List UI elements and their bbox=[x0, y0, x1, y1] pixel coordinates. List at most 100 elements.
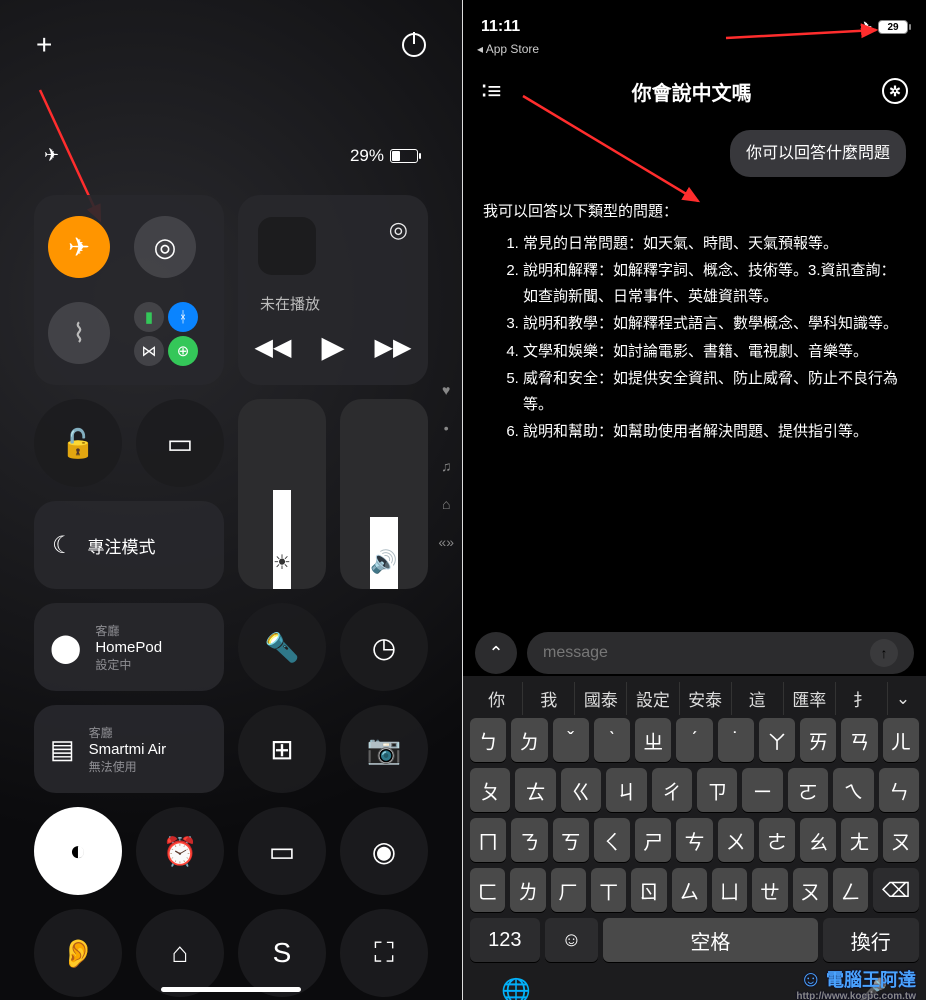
key[interactable]: ㄅ bbox=[470, 718, 506, 762]
favorite-icon[interactable]: ♥ bbox=[442, 382, 450, 398]
key[interactable]: ㄙ bbox=[672, 868, 707, 912]
vpn-icon[interactable]: ⊕ bbox=[168, 336, 198, 366]
forward-icon[interactable]: ▶▶ bbox=[375, 333, 412, 362]
key[interactable]: ㄟ bbox=[833, 768, 873, 812]
screen-mirroring-button[interactable]: ▭ bbox=[136, 399, 224, 487]
suggestion[interactable]: 你 bbox=[471, 682, 523, 715]
key[interactable]: ㄇ bbox=[470, 818, 506, 862]
key[interactable]: ˙ bbox=[718, 718, 754, 762]
key[interactable]: ˊ bbox=[676, 718, 712, 762]
hearing-button[interactable]: 👂 bbox=[34, 909, 122, 997]
suggestion[interactable]: 這 bbox=[732, 682, 784, 715]
home-app-button[interactable]: ⌂ bbox=[136, 909, 224, 997]
send-button[interactable]: ↑ bbox=[870, 639, 898, 667]
key[interactable]: ㄗ bbox=[697, 768, 737, 812]
focus-mode-tile[interactable]: ☾ 專注模式 bbox=[34, 501, 224, 589]
key[interactable]: ㄖ bbox=[631, 868, 666, 912]
key[interactable]: ㄢ bbox=[841, 718, 877, 762]
key[interactable]: ㄊ bbox=[515, 768, 555, 812]
suggestion[interactable]: 扌 bbox=[836, 682, 888, 715]
key[interactable]: ㄑ bbox=[594, 818, 630, 862]
expand-suggestions[interactable]: ⌄ bbox=[888, 685, 918, 713]
key[interactable]: ㄋ bbox=[511, 818, 547, 862]
suggestion[interactable]: 設定 bbox=[627, 682, 679, 715]
airplay-icon[interactable]: ◎ bbox=[389, 217, 408, 243]
globe-icon[interactable]: 🌐 bbox=[501, 977, 531, 1000]
orientation-lock-button[interactable]: 🔓 bbox=[34, 399, 122, 487]
key[interactable]: ㄐ bbox=[606, 768, 646, 812]
suggestion[interactable]: 匯率 bbox=[784, 682, 836, 715]
key[interactable]: ˋ bbox=[594, 718, 630, 762]
key[interactable]: ㄛ bbox=[788, 768, 828, 812]
key[interactable]: ㄤ bbox=[841, 818, 877, 862]
key[interactable]: ㄠ bbox=[800, 818, 836, 862]
key[interactable]: ㄣ bbox=[879, 768, 919, 812]
dark-mode-button[interactable]: ◐ bbox=[34, 807, 122, 895]
key[interactable]: ㄧ bbox=[742, 768, 782, 812]
backspace-key[interactable]: ⌫ bbox=[873, 868, 919, 912]
qr-scan-button[interactable]: ⛶ bbox=[340, 909, 428, 997]
cellular-icon[interactable]: ▮ bbox=[134, 302, 164, 332]
key[interactable]: ㄞ bbox=[800, 718, 836, 762]
add-icon[interactable]: + bbox=[36, 29, 52, 61]
key[interactable]: ㄍ bbox=[561, 768, 601, 812]
keyboard[interactable]: 你 我 國泰 設定 安泰 這 匯率 扌 ⌄ ㄅㄉˇˋㄓˊ˙ㄚㄞㄢㄦ ㄆㄊㄍㄐㄔㄗ… bbox=[463, 676, 926, 1000]
key[interactable]: ㄈ bbox=[470, 868, 505, 912]
settings-icon[interactable]: ✲ bbox=[882, 78, 908, 104]
dot-icon[interactable]: • bbox=[444, 420, 449, 436]
link-icon[interactable]: ⋈ bbox=[134, 336, 164, 366]
suggestion[interactable]: 安泰 bbox=[680, 682, 732, 715]
screen-record-button[interactable]: ◉ bbox=[340, 807, 428, 895]
key[interactable]: ㄦ bbox=[883, 718, 919, 762]
volume-slider[interactable]: 🔊 bbox=[340, 399, 428, 589]
key[interactable]: ㄔ bbox=[652, 768, 692, 812]
return-key[interactable]: 換行 bbox=[823, 918, 919, 962]
brightness-slider[interactable]: ☀ bbox=[238, 399, 326, 589]
flashlight-button[interactable]: 🔦 bbox=[238, 603, 326, 691]
suggestion[interactable]: 我 bbox=[523, 682, 575, 715]
key[interactable]: ㄡ bbox=[883, 818, 919, 862]
key-123[interactable]: 123 bbox=[470, 918, 540, 962]
key[interactable]: ㄜ bbox=[759, 818, 795, 862]
airplane-mode-toggle[interactable]: ✈ bbox=[48, 216, 110, 278]
key[interactable]: ㄥ bbox=[833, 868, 868, 912]
connectivity-tile[interactable]: ✈ ◎ ⌇ ▮ ᚼ ⋈ ⊕ bbox=[34, 195, 224, 385]
key[interactable]: ˇ bbox=[553, 718, 589, 762]
music-icon[interactable]: ♫ bbox=[441, 458, 452, 474]
key[interactable]: ㄘ bbox=[676, 818, 712, 862]
space-key[interactable]: 空格 bbox=[603, 918, 817, 962]
low-power-button[interactable]: ▭ bbox=[238, 807, 326, 895]
power-icon[interactable] bbox=[402, 33, 426, 57]
menu-icon[interactable]: ∶≡ bbox=[481, 77, 501, 106]
key[interactable]: ㄡ bbox=[793, 868, 828, 912]
key[interactable]: ㄚ bbox=[759, 718, 795, 762]
media-tile[interactable]: ◎ 未在播放 ◀◀ ▶ ▶▶ bbox=[238, 195, 428, 385]
suggestion-bar[interactable]: 你 我 國泰 設定 安泰 這 匯率 扌 ⌄ bbox=[467, 682, 922, 715]
key[interactable]: ㄝ bbox=[752, 868, 787, 912]
play-icon[interactable]: ▶ bbox=[321, 330, 344, 365]
rewind-icon[interactable]: ◀◀ bbox=[255, 333, 292, 362]
key[interactable]: ㄕ bbox=[635, 818, 671, 862]
back-to-app[interactable]: ◂ App Store bbox=[477, 42, 539, 56]
homepod-tile[interactable]: ⬤ 客廳 HomePod 設定中 bbox=[34, 603, 224, 691]
camera-button[interactable]: 📷 bbox=[340, 705, 428, 793]
key[interactable]: ㄌ bbox=[510, 868, 545, 912]
key[interactable]: ㄓ bbox=[635, 718, 671, 762]
key[interactable]: ㄨ bbox=[718, 818, 754, 862]
radio-icon[interactable]: «» bbox=[438, 534, 454, 550]
alarm-button[interactable]: ⏰ bbox=[136, 807, 224, 895]
home-icon[interactable]: ⌂ bbox=[442, 496, 450, 512]
key[interactable]: ㄒ bbox=[591, 868, 626, 912]
key[interactable]: ㄏ bbox=[551, 868, 586, 912]
smartmi-tile[interactable]: ▤ 客廳 Smartmi Air 無法使用 bbox=[34, 705, 224, 793]
shazam-button[interactable]: S bbox=[238, 909, 326, 997]
suggestion[interactable]: 國泰 bbox=[575, 682, 627, 715]
key[interactable]: ㄩ bbox=[712, 868, 747, 912]
emoji-key[interactable]: ☺ bbox=[545, 918, 599, 962]
collapse-button[interactable]: ⌃ bbox=[475, 632, 517, 674]
home-indicator[interactable] bbox=[161, 987, 301, 992]
key[interactable]: ㄉ bbox=[511, 718, 547, 762]
key[interactable]: ㄆ bbox=[470, 768, 510, 812]
airdrop-toggle[interactable]: ◎ bbox=[134, 216, 196, 278]
message-input[interactable]: message ↑ bbox=[527, 632, 914, 674]
